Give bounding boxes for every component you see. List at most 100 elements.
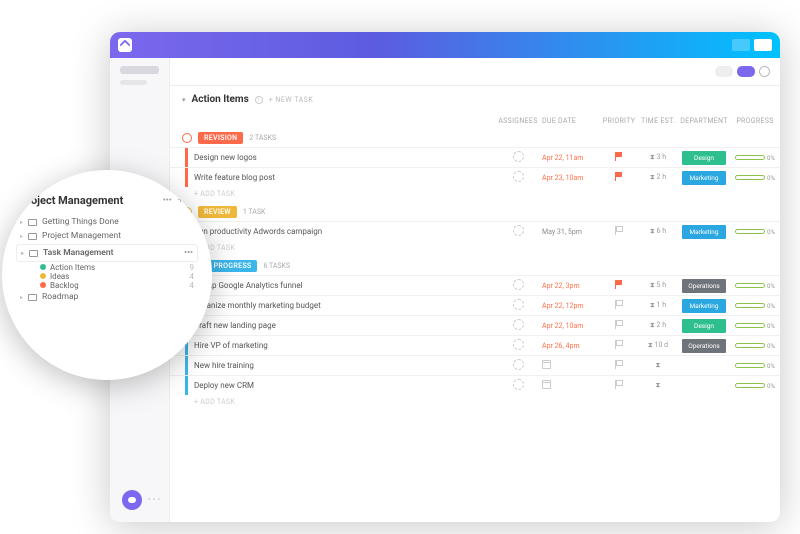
calendar-icon[interactable] <box>542 360 551 369</box>
flag-icon[interactable] <box>615 340 623 349</box>
flag-icon[interactable] <box>615 320 623 329</box>
due-date[interactable]: May 31, 5pm <box>542 228 582 236</box>
task-row[interactable]: Organize monthly marketing budget Apr 22… <box>170 295 780 315</box>
time-estimate[interactable]: ⧗ 1 h <box>638 301 678 310</box>
department-tag[interactable]: Marketing <box>682 299 726 313</box>
due-date[interactable]: Apr 22, 10am <box>542 322 583 330</box>
time-estimate[interactable]: ⧗ 2 h <box>638 173 678 182</box>
progress-bar[interactable] <box>735 283 765 288</box>
assignee-avatar[interactable] <box>513 225 524 236</box>
department-tag[interactable]: Operations <box>682 339 726 353</box>
progress-bar[interactable] <box>735 323 765 328</box>
flag-icon[interactable] <box>615 360 623 369</box>
assignee-avatar[interactable] <box>513 359 524 370</box>
task-title[interactable]: Design new logos <box>194 153 494 162</box>
task-title[interactable]: New hire training <box>194 361 494 370</box>
flag-icon[interactable] <box>615 152 623 161</box>
task-title[interactable]: Hire VP of marketing <box>194 341 494 350</box>
time-estimate[interactable]: ⧗ <box>638 361 678 370</box>
window-control[interactable] <box>732 39 750 51</box>
due-date[interactable]: Apr 26, 4pm <box>542 342 580 350</box>
progress-bar[interactable] <box>735 155 765 160</box>
sidebar-folder[interactable]: ▸ Project Management <box>20 229 194 243</box>
assignee-avatar[interactable] <box>513 151 524 162</box>
assignee-avatar[interactable] <box>513 339 524 350</box>
department-tag[interactable]: Design <box>682 151 726 165</box>
time-estimate[interactable]: ⧗ 10 d <box>638 341 678 350</box>
time-estimate[interactable]: ⧗ 3 h <box>638 153 678 162</box>
task-row[interactable]: Hire VP of marketing Apr 26, 4pm ⧗ 10 d … <box>170 335 780 355</box>
group-header[interactable]: REVIEW 1 TASK <box>170 203 780 221</box>
group-header[interactable]: IN PROGRESS 6 TASKS <box>170 257 780 275</box>
department-tag[interactable]: Operations <box>682 279 726 293</box>
department-tag[interactable]: Marketing <box>682 171 726 185</box>
progress-value: 0% <box>767 323 775 330</box>
sidebar-folder[interactable]: ▸ Roadmap <box>20 290 194 304</box>
sidebar-folder[interactable]: ▸ Getting Things Done <box>20 215 194 229</box>
progress-bar[interactable] <box>735 229 765 234</box>
flag-icon[interactable] <box>615 172 623 181</box>
new-task-button[interactable]: + NEW TASK <box>269 96 314 104</box>
sidebar-folder[interactable]: ▸ Task Management ••• <box>16 244 198 262</box>
time-estimate[interactable]: ⧗ 5 h <box>638 281 678 290</box>
assignee-avatar[interactable] <box>513 279 524 290</box>
add-task-button[interactable]: + ADD TASK <box>170 187 780 203</box>
view-toggle-active[interactable] <box>737 66 755 77</box>
progress-bar[interactable] <box>735 175 765 180</box>
flag-icon[interactable] <box>615 226 623 235</box>
due-date[interactable]: Apr 23, 10am <box>542 174 583 182</box>
add-task-button[interactable]: + ADD TASK <box>170 241 780 257</box>
task-count: 2 TASKS <box>249 134 276 142</box>
time-estimate[interactable]: ⧗ <box>638 381 678 390</box>
progress-bar[interactable] <box>735 383 765 388</box>
department-tag[interactable]: Design <box>682 319 726 333</box>
due-date[interactable]: Apr 22, 3pm <box>542 282 580 290</box>
flag-icon[interactable] <box>615 300 623 309</box>
due-date[interactable]: Apr 22, 12pm <box>542 302 584 310</box>
gear-icon[interactable] <box>759 66 770 77</box>
sidebar-list[interactable]: Backlog 4 <box>20 281 194 290</box>
task-row[interactable]: New hire training ⧗ 0% <box>170 355 780 375</box>
chevron-right-icon: ▸ <box>21 250 24 257</box>
more-icon[interactable]: ••• <box>163 196 172 206</box>
task-title[interactable]: Run productivity Adwords campaign <box>194 227 494 236</box>
task-row[interactable]: Deploy new CRM ⧗ 0% <box>170 375 780 395</box>
time-estimate[interactable]: ⧗ 2 h <box>638 321 678 330</box>
calendar-icon[interactable] <box>542 380 551 389</box>
view-toggle[interactable] <box>715 66 733 77</box>
task-title[interactable]: Draft new landing page <box>194 321 494 330</box>
chat-fab[interactable] <box>122 490 142 510</box>
task-row[interactable]: Draft new landing page Apr 22, 10am ⧗ 2 … <box>170 315 780 335</box>
task-title[interactable]: Deploy new CRM <box>194 381 494 390</box>
add-task-button[interactable]: + ADD TASK <box>170 395 780 411</box>
task-row[interactable]: Set up Google Analytics funnel Apr 22, 3… <box>170 275 780 295</box>
department-tag[interactable]: Marketing <box>682 225 726 239</box>
due-date[interactable]: Apr 22, 11am <box>542 154 583 162</box>
assignee-avatar[interactable] <box>513 379 524 390</box>
progress-bar[interactable] <box>735 343 765 348</box>
task-title[interactable]: Organize monthly marketing budget <box>194 301 494 310</box>
assignee-avatar[interactable] <box>513 299 524 310</box>
info-icon[interactable]: i <box>255 96 263 104</box>
group-header[interactable]: REVISION 2 TASKS <box>170 129 780 147</box>
status-label: REVIEW <box>198 206 237 218</box>
window-control[interactable] <box>754 39 772 51</box>
more-icon[interactable]: ••• <box>184 248 193 258</box>
progress-bar[interactable] <box>735 303 765 308</box>
task-row[interactable]: Write feature blog post Apr 23, 10am ⧗ 2… <box>170 167 780 187</box>
flag-icon[interactable] <box>615 380 623 389</box>
folder-icon <box>28 233 37 240</box>
task-row[interactable]: Design new logos Apr 22, 11am ⧗ 3 h Desi… <box>170 147 780 167</box>
progress-value: 0% <box>767 283 775 290</box>
task-title[interactable]: Set up Google Analytics funnel <box>194 281 494 290</box>
chevron-down-icon[interactable]: ▾ <box>182 96 186 104</box>
time-estimate[interactable]: ⧗ 6 h <box>638 227 678 236</box>
task-row[interactable]: Run productivity Adwords campaign May 31… <box>170 221 780 241</box>
assignee-avatar[interactable] <box>513 171 524 182</box>
task-title[interactable]: Write feature blog post <box>194 173 494 182</box>
assignee-avatar[interactable] <box>513 319 524 330</box>
flag-icon[interactable] <box>615 280 623 289</box>
sidebar-list[interactable]: Action Items 9 <box>20 263 194 272</box>
sidebar-list[interactable]: Ideas 4 <box>20 272 194 281</box>
progress-bar[interactable] <box>735 363 765 368</box>
